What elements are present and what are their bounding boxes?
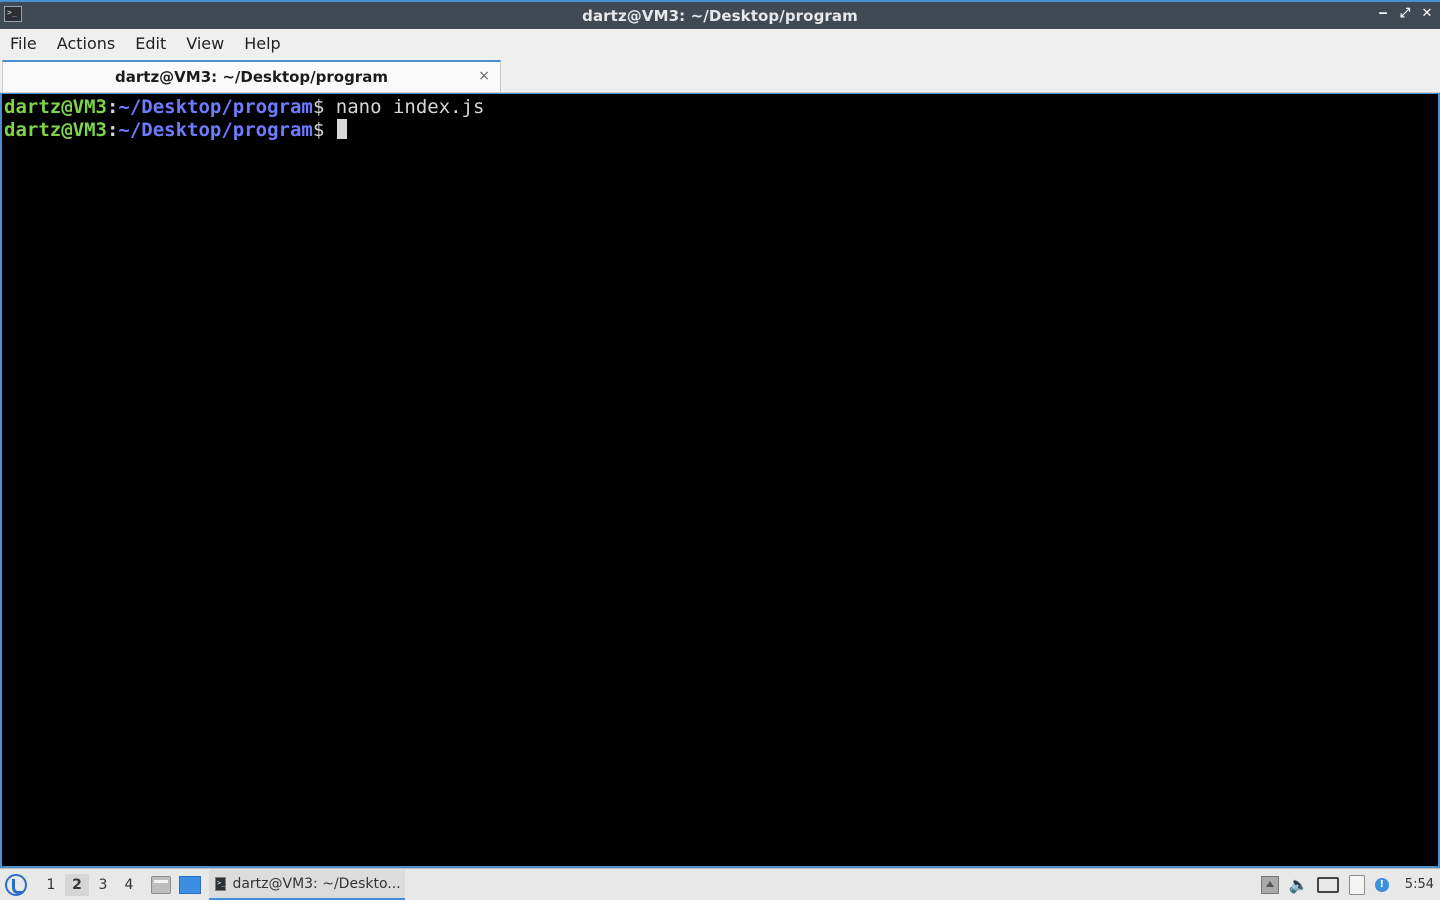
terminal-app-icon[interactable]: >_ — [4, 6, 22, 22]
menu-view[interactable]: View — [176, 29, 234, 59]
start-menu-icon[interactable] — [5, 873, 27, 896]
restore-button[interactable]: ⤢ — [1398, 6, 1412, 22]
minimize-button[interactable]: ‒ — [1376, 6, 1390, 22]
show-desktop-icon[interactable] — [179, 875, 201, 894]
window-controls: ‒ ⤢ ✕ — [1376, 6, 1434, 22]
text-cursor — [336, 119, 347, 139]
prompt-path: ~/Desktop/program — [118, 119, 313, 141]
notification-icon[interactable]: ! — [1374, 877, 1389, 892]
menu-file[interactable]: File — [0, 29, 47, 59]
terminal-line: dartz@VM3:~/Desktop/program$ nano index.… — [4, 96, 1438, 119]
taskbar-item-terminal[interactable]: >_ dartz@VM3: ~/Deskto... — [209, 869, 405, 900]
command-text: nano index.js — [324, 96, 485, 118]
taskbar: 1 2 3 4 >_ dartz@VM3: ~/Deskto... 🔈 ! 5:… — [0, 868, 1440, 900]
tab-label: dartz@VM3: ~/Desktop/program — [115, 68, 388, 86]
prompt-dollar: $ — [312, 96, 325, 118]
clock[interactable]: 5:54 — [1405, 877, 1434, 892]
command-text — [324, 119, 335, 141]
window-titlebar[interactable]: >_ dartz@VM3: ~/Desktop/program ‒ ⤢ ✕ — [0, 0, 1440, 29]
volume-icon[interactable]: 🔈 — [1289, 875, 1309, 894]
prompt-separator: : — [106, 96, 119, 118]
tab-terminal[interactable]: dartz@VM3: ~/Desktop/program × — [2, 60, 501, 92]
terminal-line: dartz@VM3:~/Desktop/program$ — [4, 119, 1438, 142]
tray-expand-icon[interactable] — [1260, 875, 1279, 894]
terminal-icon: >_ — [215, 876, 227, 891]
workspace-4[interactable]: 4 — [117, 874, 141, 896]
workspace-3[interactable]: 3 — [91, 874, 115, 896]
menu-bar: File Actions Edit View Help — [0, 29, 1440, 59]
menu-edit[interactable]: Edit — [125, 29, 176, 59]
tab-bar: dartz@VM3: ~/Desktop/program × — [0, 59, 1440, 93]
window-title: dartz@VM3: ~/Desktop/program — [582, 6, 858, 25]
prompt-dollar: $ — [312, 119, 325, 141]
tab-close-icon[interactable]: × — [478, 68, 490, 84]
prompt-user: dartz@VM3 — [4, 119, 107, 141]
close-button[interactable]: ✕ — [1420, 6, 1434, 22]
system-tray: 🔈 ! 5:54 — [1260, 874, 1440, 895]
prompt-separator: : — [106, 119, 119, 141]
menu-actions[interactable]: Actions — [47, 29, 125, 59]
taskbar-item-label: dartz@VM3: ~/Deskto... — [232, 875, 401, 892]
prompt-user: dartz@VM3 — [4, 96, 107, 118]
terminal-output[interactable]: dartz@VM3:~/Desktop/program$ nano index.… — [0, 93, 1440, 868]
workspace-2[interactable]: 2 — [65, 873, 89, 896]
file-manager-icon[interactable] — [151, 875, 171, 894]
clipboard-icon[interactable] — [1348, 874, 1365, 895]
network-icon[interactable] — [1316, 876, 1339, 893]
prompt-path: ~/Desktop/program — [118, 96, 313, 118]
workspace-1[interactable]: 1 — [39, 874, 63, 896]
menu-help[interactable]: Help — [234, 29, 290, 59]
